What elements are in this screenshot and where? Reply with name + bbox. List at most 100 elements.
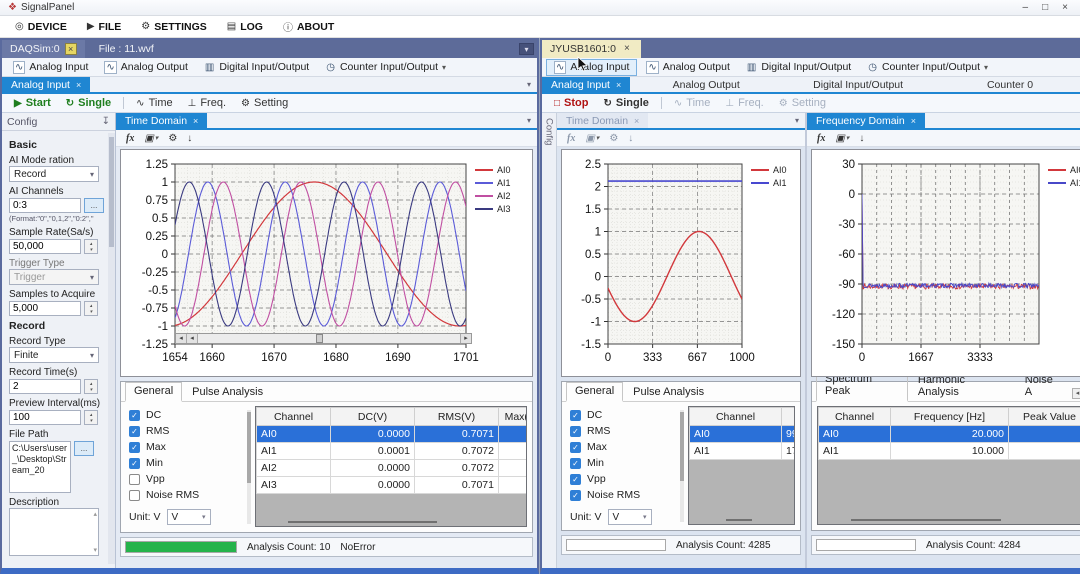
chevron-down-icon[interactable]: ▾	[789, 116, 805, 125]
tab-general[interactable]: General	[125, 382, 182, 402]
module-analog-output[interactable]: ∿ Analog Output	[639, 60, 737, 75]
scroll-down-icon[interactable]: ▾	[93, 546, 97, 554]
time-view-button[interactable]: ∿ Time	[668, 97, 716, 109]
collapsed-config-tab[interactable]: Config	[542, 113, 557, 568]
file-path-value[interactable]: C:\Users\user_\Desktop\Stream_20	[9, 441, 71, 493]
sample-rate-stepper[interactable]: ▴▾	[84, 239, 98, 254]
module-digital-io[interactable]: ▥ Digital Input/Output	[739, 60, 858, 74]
tab-digital-io[interactable]: Digital Input/Output	[782, 77, 934, 92]
browse-channels-button[interactable]: ...	[84, 198, 104, 213]
window-menu-button[interactable]: ▾	[519, 43, 534, 55]
record-time-stepper[interactable]: ▴▾	[84, 379, 98, 394]
save-icon[interactable]: ▣▾	[585, 133, 599, 144]
chevron-down-icon[interactable]: ▾	[521, 80, 537, 89]
checkbox-min[interactable]: Min	[570, 455, 678, 471]
browse-path-button[interactable]: ...	[74, 441, 94, 456]
menu-device[interactable]: ◎ DEVICE	[6, 19, 76, 35]
pin-icon[interactable]: ↧	[102, 116, 110, 127]
fx-icon[interactable]: fx	[817, 133, 825, 144]
checkbox-max[interactable]: Max	[129, 439, 245, 455]
tab-analog-input[interactable]: Analog Input ×	[542, 77, 630, 92]
preview-interval-field[interactable]	[9, 410, 81, 425]
gear-icon[interactable]: ⚙	[609, 133, 618, 144]
scroll-right-icon[interactable]: ▸	[460, 334, 471, 343]
menu-file[interactable]: ▶ FILE	[78, 19, 130, 35]
record-time-field[interactable]	[9, 379, 81, 394]
unit-select[interactable]: V ▾	[167, 509, 211, 525]
samples-field[interactable]	[9, 301, 81, 316]
fx-icon[interactable]: fx	[567, 133, 575, 144]
tab-scroll-left-icon[interactable]: ◂	[1072, 388, 1080, 399]
single-button[interactable]: ↻ Single	[60, 97, 117, 109]
table-scrollbar[interactable]	[726, 519, 752, 521]
table-scrollbar[interactable]	[851, 519, 1001, 521]
config-scrollbar[interactable]	[108, 133, 115, 564]
scroll-left-icon[interactable]: ◂	[187, 334, 198, 343]
module-analog-output[interactable]: ∿ Analog Output	[97, 60, 195, 75]
stop-button[interactable]: □ Stop	[548, 97, 595, 109]
fx-icon[interactable]: fx	[126, 133, 134, 144]
table-row[interactable]: AI30.00000.70711.0	[257, 477, 528, 494]
tab-time-domain[interactable]: Time Domain ×	[116, 113, 207, 128]
setting-button[interactable]: ⚙ Setting	[235, 97, 294, 109]
tab-pulse-analysis[interactable]: Pulse Analysis	[184, 384, 271, 401]
module-counter-io[interactable]: ◷ Counter Input/Output ▾	[318, 60, 453, 74]
scroll-up-icon[interactable]: ▴	[93, 510, 97, 518]
table-row[interactable]: AI099	[690, 426, 796, 443]
table-scrollbar[interactable]	[288, 521, 437, 523]
tab-time-domain[interactable]: Time Domain ×	[557, 113, 648, 128]
module-counter-io[interactable]: ◷ Counter Input/Output ▾	[860, 60, 995, 74]
module-analog-input[interactable]: ∿ Analog Input	[546, 59, 637, 76]
ai-mode-select[interactable]: Record ▾	[9, 166, 99, 182]
table-row[interactable]: AI00.00000.70711.0	[257, 426, 528, 443]
description-field[interactable]: ▴ ▾	[9, 508, 99, 556]
checkbox-min[interactable]: Min	[129, 455, 245, 471]
table-row[interactable]: AI20.00000.70721.0	[257, 460, 528, 477]
scroll-left-icon[interactable]: ◂	[176, 334, 187, 343]
checkbox-list-scrollbar[interactable]	[247, 410, 251, 524]
close-icon[interactable]: ×	[65, 43, 77, 55]
close-icon[interactable]: ×	[193, 116, 198, 126]
tab-frequency-domain[interactable]: Frequency Domain ×	[807, 113, 925, 128]
checkbox-max[interactable]: Max	[570, 439, 678, 455]
chevron-down-icon[interactable]: ▾	[521, 116, 537, 125]
checkbox-list-scrollbar[interactable]	[680, 410, 684, 522]
sample-rate-field[interactable]	[9, 239, 81, 254]
gear-icon[interactable]: ⚙	[168, 133, 177, 144]
unit-select[interactable]: V ▾	[608, 509, 652, 525]
jyusb-title-tab[interactable]: JYUSB1601:0 ×	[542, 40, 641, 58]
save-icon[interactable]: ▣▾	[144, 133, 158, 144]
save-icon[interactable]: ▣▾	[835, 133, 849, 144]
freq-view-button[interactable]: ⊥ Freq.	[182, 97, 232, 109]
minimize-button[interactable]: –	[1023, 2, 1029, 13]
trigger-type-select[interactable]: Trigger ▾	[9, 269, 99, 285]
daqsim-title-tab[interactable]: DAQSim:0 ×	[2, 40, 85, 58]
checkbox-noise-rms[interactable]: Noise RMS	[570, 487, 678, 503]
checkbox-vpp[interactable]: Vpp	[129, 471, 245, 487]
start-button[interactable]: ▶ Start	[8, 97, 57, 109]
checkbox-noise-rms[interactable]: Noise RMS	[129, 487, 245, 503]
module-digital-io[interactable]: ▥ Digital Input/Output	[197, 60, 316, 74]
table-row[interactable]: AI020.000	[819, 426, 1080, 443]
ai-channels-field[interactable]	[9, 198, 81, 213]
setting-button[interactable]: ⚙ Setting	[773, 97, 832, 109]
checkbox-dc[interactable]: DC	[129, 407, 245, 423]
plot-horizontal-scrollbar[interactable]: ◂ ◂ ▸	[175, 333, 472, 344]
tab-analog-input[interactable]: Analog Input ×	[2, 77, 90, 92]
close-icon[interactable]: ×	[76, 80, 81, 90]
checkbox-vpp[interactable]: Vpp	[570, 471, 678, 487]
tab-counter-0[interactable]: Counter 0	[934, 77, 1080, 92]
close-icon[interactable]: ×	[911, 116, 916, 126]
module-analog-input[interactable]: ∿ Analog Input	[6, 60, 95, 75]
preview-interval-stepper[interactable]: ▴▾	[84, 410, 98, 425]
pin-icon[interactable]: ↓	[628, 133, 633, 144]
freq-view-button[interactable]: ⊥ Freq.	[719, 97, 769, 109]
table-row[interactable]: AI10.00010.70721.0	[257, 443, 528, 460]
menu-settings[interactable]: ⚙ SETTINGS	[132, 19, 215, 35]
samples-stepper[interactable]: ▴▾	[84, 301, 98, 316]
menu-about[interactable]: ⓘ ABOUT	[274, 17, 343, 36]
checkbox-dc[interactable]: DC	[570, 407, 678, 423]
close-icon[interactable]: ×	[634, 116, 639, 126]
close-icon[interactable]: ×	[616, 80, 621, 90]
tab-general[interactable]: General	[566, 382, 623, 402]
